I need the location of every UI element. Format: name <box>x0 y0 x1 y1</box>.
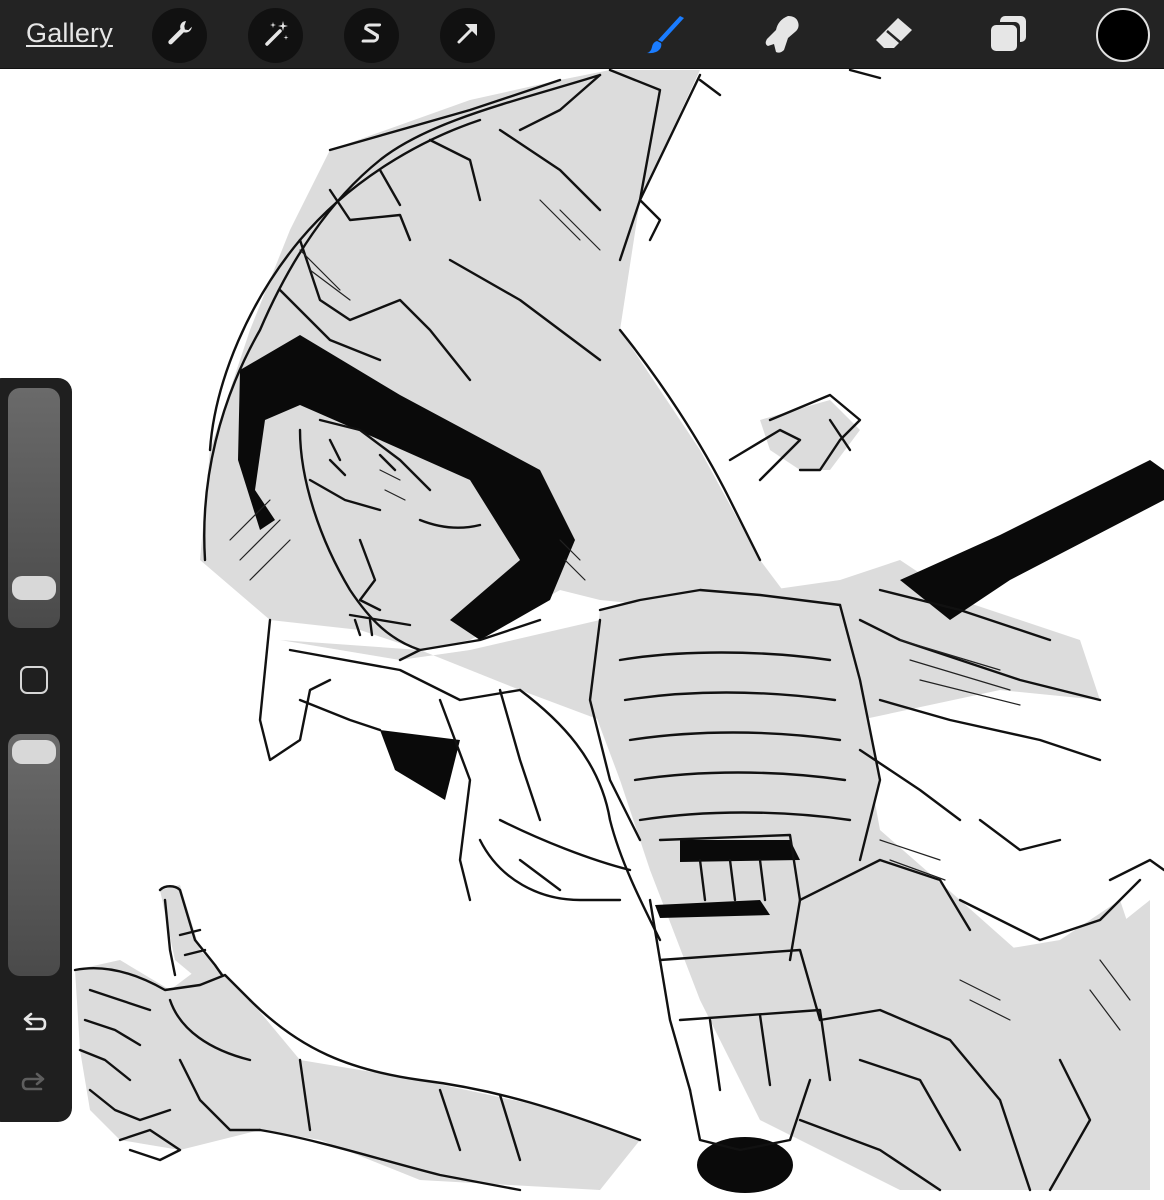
color-picker-button[interactable] <box>1096 8 1150 62</box>
smudge-finger-icon <box>760 12 804 61</box>
eraser-icon <box>872 12 916 61</box>
top-toolbar: Gallery <box>0 0 1164 69</box>
drawing-canvas[interactable] <box>0 68 1164 1200</box>
adjustments-button[interactable] <box>248 8 303 63</box>
opacity-thumb[interactable] <box>12 740 56 764</box>
undo-button[interactable] <box>18 1010 50 1042</box>
undo-arrow-icon <box>19 1009 49 1044</box>
side-bar <box>0 378 72 1122</box>
eraser-button[interactable] <box>870 12 918 60</box>
layers-button[interactable] <box>984 12 1032 60</box>
selection-button[interactable] <box>344 8 399 63</box>
layers-icon <box>986 12 1030 61</box>
selection-s-icon <box>357 18 387 53</box>
wrench-icon <box>165 18 195 53</box>
redo-button[interactable] <box>18 1070 50 1102</box>
brush-size-thumb[interactable] <box>12 576 56 600</box>
transform-button[interactable] <box>440 8 495 63</box>
sketch-artwork <box>73 68 1164 1193</box>
opacity-slider[interactable] <box>8 734 60 976</box>
brush-button[interactable] <box>642 12 690 60</box>
magic-wand-icon <box>261 18 291 53</box>
brush-size-slider[interactable] <box>8 388 60 628</box>
brush-icon <box>644 12 688 61</box>
redo-arrow-icon <box>19 1069 49 1104</box>
modify-button[interactable] <box>20 666 48 694</box>
actions-button[interactable] <box>152 8 207 63</box>
smudge-button[interactable] <box>758 12 806 60</box>
gallery-button[interactable]: Gallery <box>26 18 113 49</box>
procreate-app: Gallery <box>0 0 1164 1200</box>
arrow-cursor-icon <box>453 18 483 53</box>
